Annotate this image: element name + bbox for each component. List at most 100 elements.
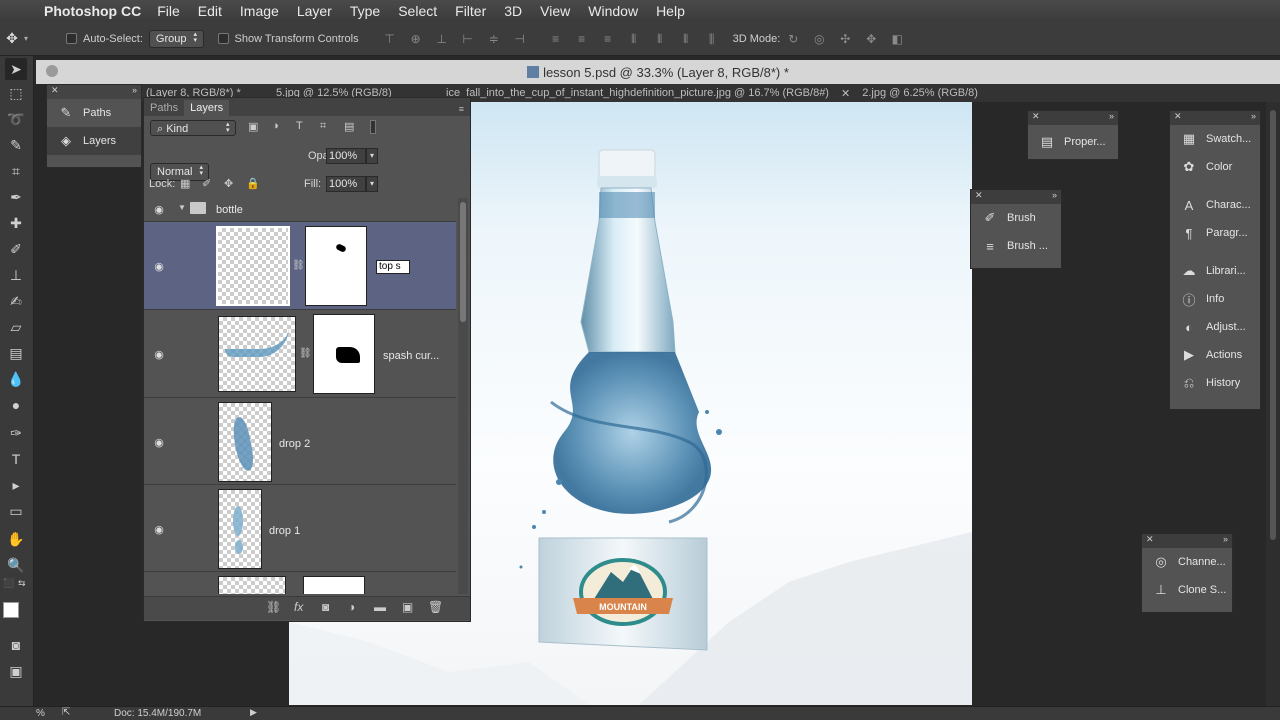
scrollbar-thumb[interactable] xyxy=(1270,110,1276,540)
3d-rotate-icon[interactable]: ↻ xyxy=(786,32,800,46)
quick-mask-icon[interactable]: ◙ xyxy=(5,634,27,656)
add-mask-icon[interactable]: ◙ xyxy=(322,600,329,614)
zoom-tool-icon[interactable]: 🔍 xyxy=(5,554,27,576)
link-layers-icon[interactable]: ⛓ xyxy=(266,600,281,614)
auto-select-dropdown[interactable]: Group xyxy=(148,29,204,48)
layers-scrollbar[interactable] xyxy=(458,198,468,594)
layer-row[interactable]: ◉ drop 1 xyxy=(144,485,456,572)
distribute-bottom-icon[interactable]: ≡ xyxy=(601,32,615,46)
close-icon[interactable]: ✕ xyxy=(1032,111,1040,122)
layer-filter-dropdown[interactable]: ⌕ Kind xyxy=(150,120,236,136)
dock-item-libraries[interactable]: ☁ Librari... xyxy=(1170,257,1260,285)
close-icon[interactable]: ✕ xyxy=(975,190,983,201)
visibility-eye-icon[interactable]: ◉ xyxy=(152,436,166,449)
collapse-icon[interactable]: » xyxy=(132,85,137,95)
visibility-eye-icon[interactable]: ◉ xyxy=(152,203,166,216)
visibility-eye-icon[interactable]: ◉ xyxy=(152,348,166,361)
visibility-eye-icon[interactable]: ◉ xyxy=(152,260,166,273)
filter-pixel-icon[interactable]: ▣ xyxy=(248,120,258,133)
menu-select[interactable]: Select xyxy=(398,3,437,19)
align-top-icon[interactable]: ⊤ xyxy=(383,32,397,46)
lock-transparent-icon[interactable]: ▦ xyxy=(180,177,190,190)
dock-item-brush[interactable]: ✐ Brush xyxy=(971,204,1061,232)
eraser-tool-icon[interactable]: ▱ xyxy=(5,316,27,338)
distribute-left-icon[interactable]: ⫴ xyxy=(627,32,641,46)
fill-slider-toggle[interactable]: ▾ xyxy=(366,176,378,192)
filter-smart-object-icon[interactable]: ▤ xyxy=(344,120,354,133)
menu-edit[interactable]: Edit xyxy=(198,3,222,19)
filter-toggle[interactable] xyxy=(370,120,376,134)
app-menu[interactable]: Photoshop CC xyxy=(44,3,141,19)
distribute-vcenter-icon[interactable]: ≡ xyxy=(575,32,589,46)
filter-shape-icon[interactable]: ⌗ xyxy=(320,120,326,133)
auto-align-icon[interactable]: ⫼ xyxy=(705,32,719,46)
3d-scale-icon[interactable]: ◧ xyxy=(890,32,904,46)
menu-filter[interactable]: Filter xyxy=(455,3,486,19)
tab-paths[interactable]: Paths xyxy=(144,100,184,116)
layer-mask-thumbnail[interactable] xyxy=(303,576,365,594)
align-hcenter-icon[interactable]: ≑ xyxy=(487,32,501,46)
history-brush-tool-icon[interactable]: ✍ xyxy=(5,290,27,312)
group-expand-icon[interactable]: ▼ xyxy=(178,203,186,212)
layer-name-edit-field[interactable]: top s xyxy=(376,260,410,274)
dock-item-properties[interactable]: ▤ Proper... xyxy=(1028,125,1118,159)
visibility-eye-icon[interactable]: ◉ xyxy=(152,523,166,536)
distribute-top-icon[interactable]: ≡ xyxy=(549,32,563,46)
filter-adjustment-icon[interactable]: ◑ xyxy=(272,120,279,132)
3d-drag-icon[interactable]: ✣ xyxy=(838,32,852,46)
menu-window[interactable]: Window xyxy=(588,3,638,19)
new-group-icon[interactable]: ▬ xyxy=(374,600,386,614)
move-tool-icon[interactable]: ➤ xyxy=(5,58,27,80)
dock-item-clone-source[interactable]: ⊥ Clone S... xyxy=(1142,576,1232,604)
3d-roll-icon[interactable]: ◎ xyxy=(812,32,826,46)
dock-item-info[interactable]: ⓘ Info xyxy=(1170,285,1260,313)
menu-view[interactable]: View xyxy=(540,3,570,19)
show-transform-checkbox[interactable] xyxy=(217,33,229,44)
layer-mask-thumbnail[interactable] xyxy=(313,314,375,394)
menu-file[interactable]: File xyxy=(157,3,180,19)
doc-tab-close-icon[interactable]: ✕ xyxy=(835,87,856,100)
foreground-color-swatch[interactable] xyxy=(3,602,19,618)
distribute-hcenter-icon[interactable]: ⫴ xyxy=(653,32,667,46)
screen-mode-icon[interactable]: ▣ xyxy=(5,660,27,682)
align-left-icon[interactable]: ⊢ xyxy=(461,32,475,46)
marquee-tool-icon[interactable]: ⬚ xyxy=(5,82,27,104)
tab-layers[interactable]: Layers xyxy=(184,100,230,116)
lock-all-icon[interactable]: 🔒 xyxy=(246,177,260,190)
dock-item-character[interactable]: A Charac... xyxy=(1170,191,1260,219)
doc-tab-4[interactable]: 2.jpg @ 6.25% (RGB/8) xyxy=(856,87,984,99)
new-layer-icon[interactable]: ▣ xyxy=(402,600,413,614)
layer-row[interactable]: ◉ ⛓ spash cur... xyxy=(144,310,456,398)
dock-item-color[interactable]: ✿ Color xyxy=(1170,153,1260,181)
gradient-tool-icon[interactable]: ▤ xyxy=(5,342,27,364)
dock-item-adjustments[interactable]: ◐ Adjust... xyxy=(1170,313,1260,341)
opacity-slider-toggle[interactable]: ▾ xyxy=(366,148,378,164)
lasso-tool-icon[interactable]: ➰ xyxy=(5,108,27,130)
menu-image[interactable]: Image xyxy=(240,3,279,19)
blur-tool-icon[interactable]: 💧 xyxy=(5,368,27,390)
layer-mask-thumbnail[interactable] xyxy=(305,226,367,306)
default-colors-icon[interactable]: ⬛ xyxy=(3,578,14,589)
collapse-icon[interactable]: » xyxy=(1223,534,1228,544)
close-icon[interactable]: ✕ xyxy=(51,85,59,96)
close-icon[interactable]: ✕ xyxy=(1146,534,1154,545)
brush-tool-icon[interactable]: ✐ xyxy=(5,238,27,260)
crop-tool-icon[interactable]: ⌗ xyxy=(5,160,27,182)
dock-item-brush-presets[interactable]: ≡ Brush ... xyxy=(971,232,1061,260)
zoom-level[interactable]: % xyxy=(36,708,45,719)
close-window-icon[interactable] xyxy=(46,65,58,77)
lock-pixels-icon[interactable]: ✐ xyxy=(202,177,211,190)
dodge-tool-icon[interactable]: ● xyxy=(5,394,27,416)
status-menu-icon[interactable]: ▶ xyxy=(250,707,257,718)
panel-menu-icon[interactable]: ≡ xyxy=(453,102,470,116)
menu-layer[interactable]: Layer xyxy=(297,3,332,19)
dock-item-paragraph[interactable]: ¶ Paragr... xyxy=(1170,219,1260,247)
dock-item-paths[interactable]: ✎ Paths xyxy=(47,99,141,127)
opacity-input[interactable]: 100% xyxy=(326,148,366,164)
layer-row[interactable]: ◉ drop 2 xyxy=(144,398,456,485)
filter-type-icon[interactable]: T xyxy=(296,120,303,132)
doc-tab-3[interactable]: ice_fall_into_the_cup_of_instant_highdef… xyxy=(440,87,835,99)
distribute-right-icon[interactable]: ⫴ xyxy=(679,32,693,46)
dock-item-channels[interactable]: ◎ Channe... xyxy=(1142,548,1232,576)
auto-select-checkbox[interactable] xyxy=(66,33,77,44)
